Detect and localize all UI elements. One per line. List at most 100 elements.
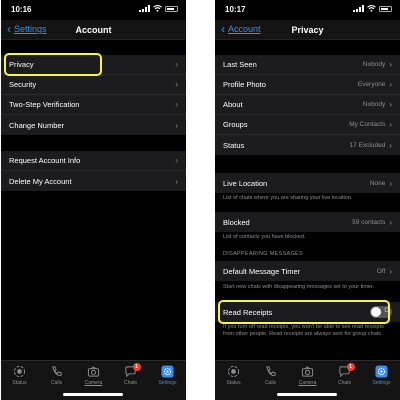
row-label: About bbox=[223, 100, 243, 109]
home-indicator bbox=[277, 393, 337, 396]
tab-calls[interactable]: Calls bbox=[40, 365, 74, 386]
blocked-group: Blocked 59 contacts › bbox=[215, 212, 400, 232]
row-label: Groups bbox=[223, 120, 248, 129]
row-value: My Contacts bbox=[349, 121, 386, 128]
live-location-row[interactable]: Live Location None › bbox=[215, 173, 400, 193]
row-label: Change Number bbox=[9, 120, 65, 130]
row-value: Everyone bbox=[357, 81, 386, 88]
privacy-screen: 10:17 ‹ Account Privacy Last Seen Nobody ›… bbox=[215, 0, 400, 400]
tab-label: Calls bbox=[50, 380, 63, 386]
home-indicator bbox=[63, 393, 123, 396]
battery-icon bbox=[165, 5, 178, 12]
timer-note: Start new chats with disappearing messag… bbox=[223, 284, 375, 290]
row-value: 17 Excluded bbox=[349, 141, 386, 149]
chevron-right-icon: › bbox=[175, 100, 178, 109]
last-seen-row[interactable]: Last Seen Nobody › bbox=[215, 55, 400, 75]
tab-label: Camera bbox=[298, 380, 317, 386]
chevron-right-icon: › bbox=[175, 60, 178, 69]
tab-label: Chats bbox=[337, 380, 352, 386]
battery-icon bbox=[379, 5, 392, 12]
disappearing-messages-header: DISAPPEARING MESSAGES bbox=[223, 251, 303, 257]
row-label: Two-Step Verification bbox=[9, 100, 80, 109]
status-time: 10:16 bbox=[11, 5, 32, 14]
tab-status[interactable]: Status bbox=[3, 365, 37, 386]
chevron-right-icon: › bbox=[389, 217, 392, 227]
tab-settings[interactable]: Settings bbox=[151, 365, 185, 386]
change-number-row[interactable]: Change Number › bbox=[1, 115, 186, 135]
phone-icon bbox=[266, 366, 276, 376]
two-step-verification-row[interactable]: Two-Step Verification › bbox=[1, 95, 186, 115]
about-row[interactable]: About Nobody › bbox=[215, 95, 400, 115]
chevron-right-icon: › bbox=[175, 156, 178, 165]
row-value: Nobody bbox=[362, 61, 386, 68]
tab-label: Settings bbox=[372, 380, 391, 386]
delete-account-row[interactable]: Delete My Account › bbox=[1, 171, 186, 191]
chevron-right-icon: › bbox=[389, 140, 392, 150]
camera-icon bbox=[87, 366, 100, 377]
privacy-highlight bbox=[4, 53, 102, 76]
blocked-row[interactable]: Blocked 59 contacts › bbox=[215, 212, 400, 232]
tab-label: Chats bbox=[123, 380, 138, 386]
row-label: Live Location bbox=[223, 178, 268, 188]
row-label: Delete My Account bbox=[9, 176, 72, 186]
default-message-timer-row[interactable]: Default Message Timer Off › bbox=[215, 261, 400, 281]
chevron-right-icon: › bbox=[389, 266, 392, 276]
chevron-right-icon: › bbox=[175, 176, 178, 186]
tab-bar: Status Calls Camera Chats 1 Settings bbox=[215, 360, 400, 400]
tab-label: Status bbox=[12, 380, 27, 386]
tab-settings[interactable]: Settings bbox=[365, 365, 399, 386]
tab-chats[interactable]: Chats 1 bbox=[114, 363, 148, 386]
nav-bar: ‹ Account Privacy bbox=[215, 20, 400, 40]
nav-bar: ‹ Settings Account bbox=[1, 20, 186, 40]
chevron-right-icon: › bbox=[175, 120, 178, 130]
status-icon bbox=[227, 365, 240, 378]
chevron-right-icon: › bbox=[389, 100, 392, 109]
security-row[interactable]: Security › bbox=[1, 75, 186, 95]
status-icon bbox=[13, 365, 26, 378]
row-label: Blocked bbox=[223, 217, 250, 227]
row-label: Profile Photo bbox=[223, 80, 266, 89]
status-privacy-row[interactable]: Status 17 Excluded › bbox=[215, 135, 400, 155]
row-label: Request Account Info bbox=[9, 156, 81, 165]
row-label: Default Message Timer bbox=[223, 266, 301, 276]
chevron-right-icon: › bbox=[389, 178, 392, 188]
account-screen: 10:16 ‹ Settings Account Privacy › Securi… bbox=[1, 0, 186, 400]
page-title: Privacy bbox=[291, 25, 324, 35]
page-title: Account bbox=[75, 25, 112, 35]
tab-camera[interactable]: Camera bbox=[291, 365, 325, 386]
profile-photo-row[interactable]: Profile Photo Everyone › bbox=[215, 75, 400, 95]
unread-badge: 1 bbox=[346, 363, 355, 371]
tab-camera[interactable]: Camera bbox=[77, 365, 111, 386]
camera-icon bbox=[301, 366, 314, 377]
read-receipts-note: If you turn off read receipts, you won't… bbox=[223, 324, 384, 337]
row-value: Off bbox=[376, 267, 386, 275]
tab-chats[interactable]: Chats 1 bbox=[328, 363, 362, 386]
status-bar: 10:16 bbox=[1, 0, 186, 20]
row-value: None bbox=[369, 179, 386, 187]
live-location-group: Live Location None › bbox=[215, 173, 400, 193]
gear-icon bbox=[375, 365, 388, 378]
row-label: Status bbox=[223, 140, 245, 150]
signal-icon bbox=[353, 5, 364, 12]
row-label: Security bbox=[9, 80, 37, 89]
request-account-info-row[interactable]: Request Account Info › bbox=[1, 151, 186, 171]
groups-row[interactable]: Groups My Contacts › bbox=[215, 115, 400, 135]
signal-icon bbox=[139, 5, 150, 12]
blocked-note: List of contacts you have blocked. bbox=[223, 234, 306, 240]
tab-calls[interactable]: Calls bbox=[254, 365, 288, 386]
tab-status[interactable]: Status bbox=[217, 365, 251, 386]
live-location-note: List of chats where you are sharing your… bbox=[223, 195, 353, 201]
wifi-icon bbox=[153, 5, 162, 12]
status-bar: 10:17 bbox=[215, 0, 400, 20]
tab-label: Settings bbox=[158, 380, 177, 386]
tab-label: Camera bbox=[84, 380, 103, 386]
unread-badge: 1 bbox=[132, 363, 141, 371]
account-data-group: Request Account Info › Delete My Account › bbox=[1, 151, 186, 191]
chevron-right-icon: › bbox=[175, 80, 178, 89]
chevron-right-icon: › bbox=[389, 120, 392, 129]
row-value: 59 contacts bbox=[352, 218, 386, 226]
tab-bar: Status Calls Camera Chats 1 Settings bbox=[1, 360, 186, 400]
tab-label: Calls bbox=[264, 380, 277, 386]
row-value: Nobody bbox=[362, 101, 386, 108]
gear-icon bbox=[161, 365, 174, 378]
